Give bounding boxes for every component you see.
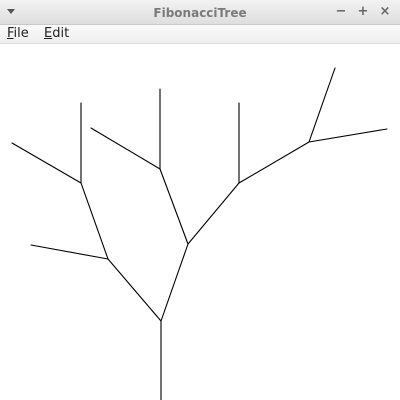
tree-branch [80, 182, 109, 260]
tree-branch [238, 141, 310, 184]
tree-branch [11, 142, 82, 184]
tree-branch [107, 258, 162, 322]
tree-branch [187, 182, 240, 245]
tree-branch [90, 127, 161, 170]
application-window: FibonacciTree − + × File Edit [0, 0, 400, 400]
tree-branch [308, 128, 388, 143]
fibonacci-tree-drawing [11, 67, 388, 400]
tree-branch [160, 243, 189, 322]
tree-branch [308, 67, 336, 143]
tree-branch [30, 244, 109, 260]
tree-branch [159, 168, 189, 245]
drawing-canvas [0, 44, 400, 400]
tree-branches [11, 67, 388, 400]
